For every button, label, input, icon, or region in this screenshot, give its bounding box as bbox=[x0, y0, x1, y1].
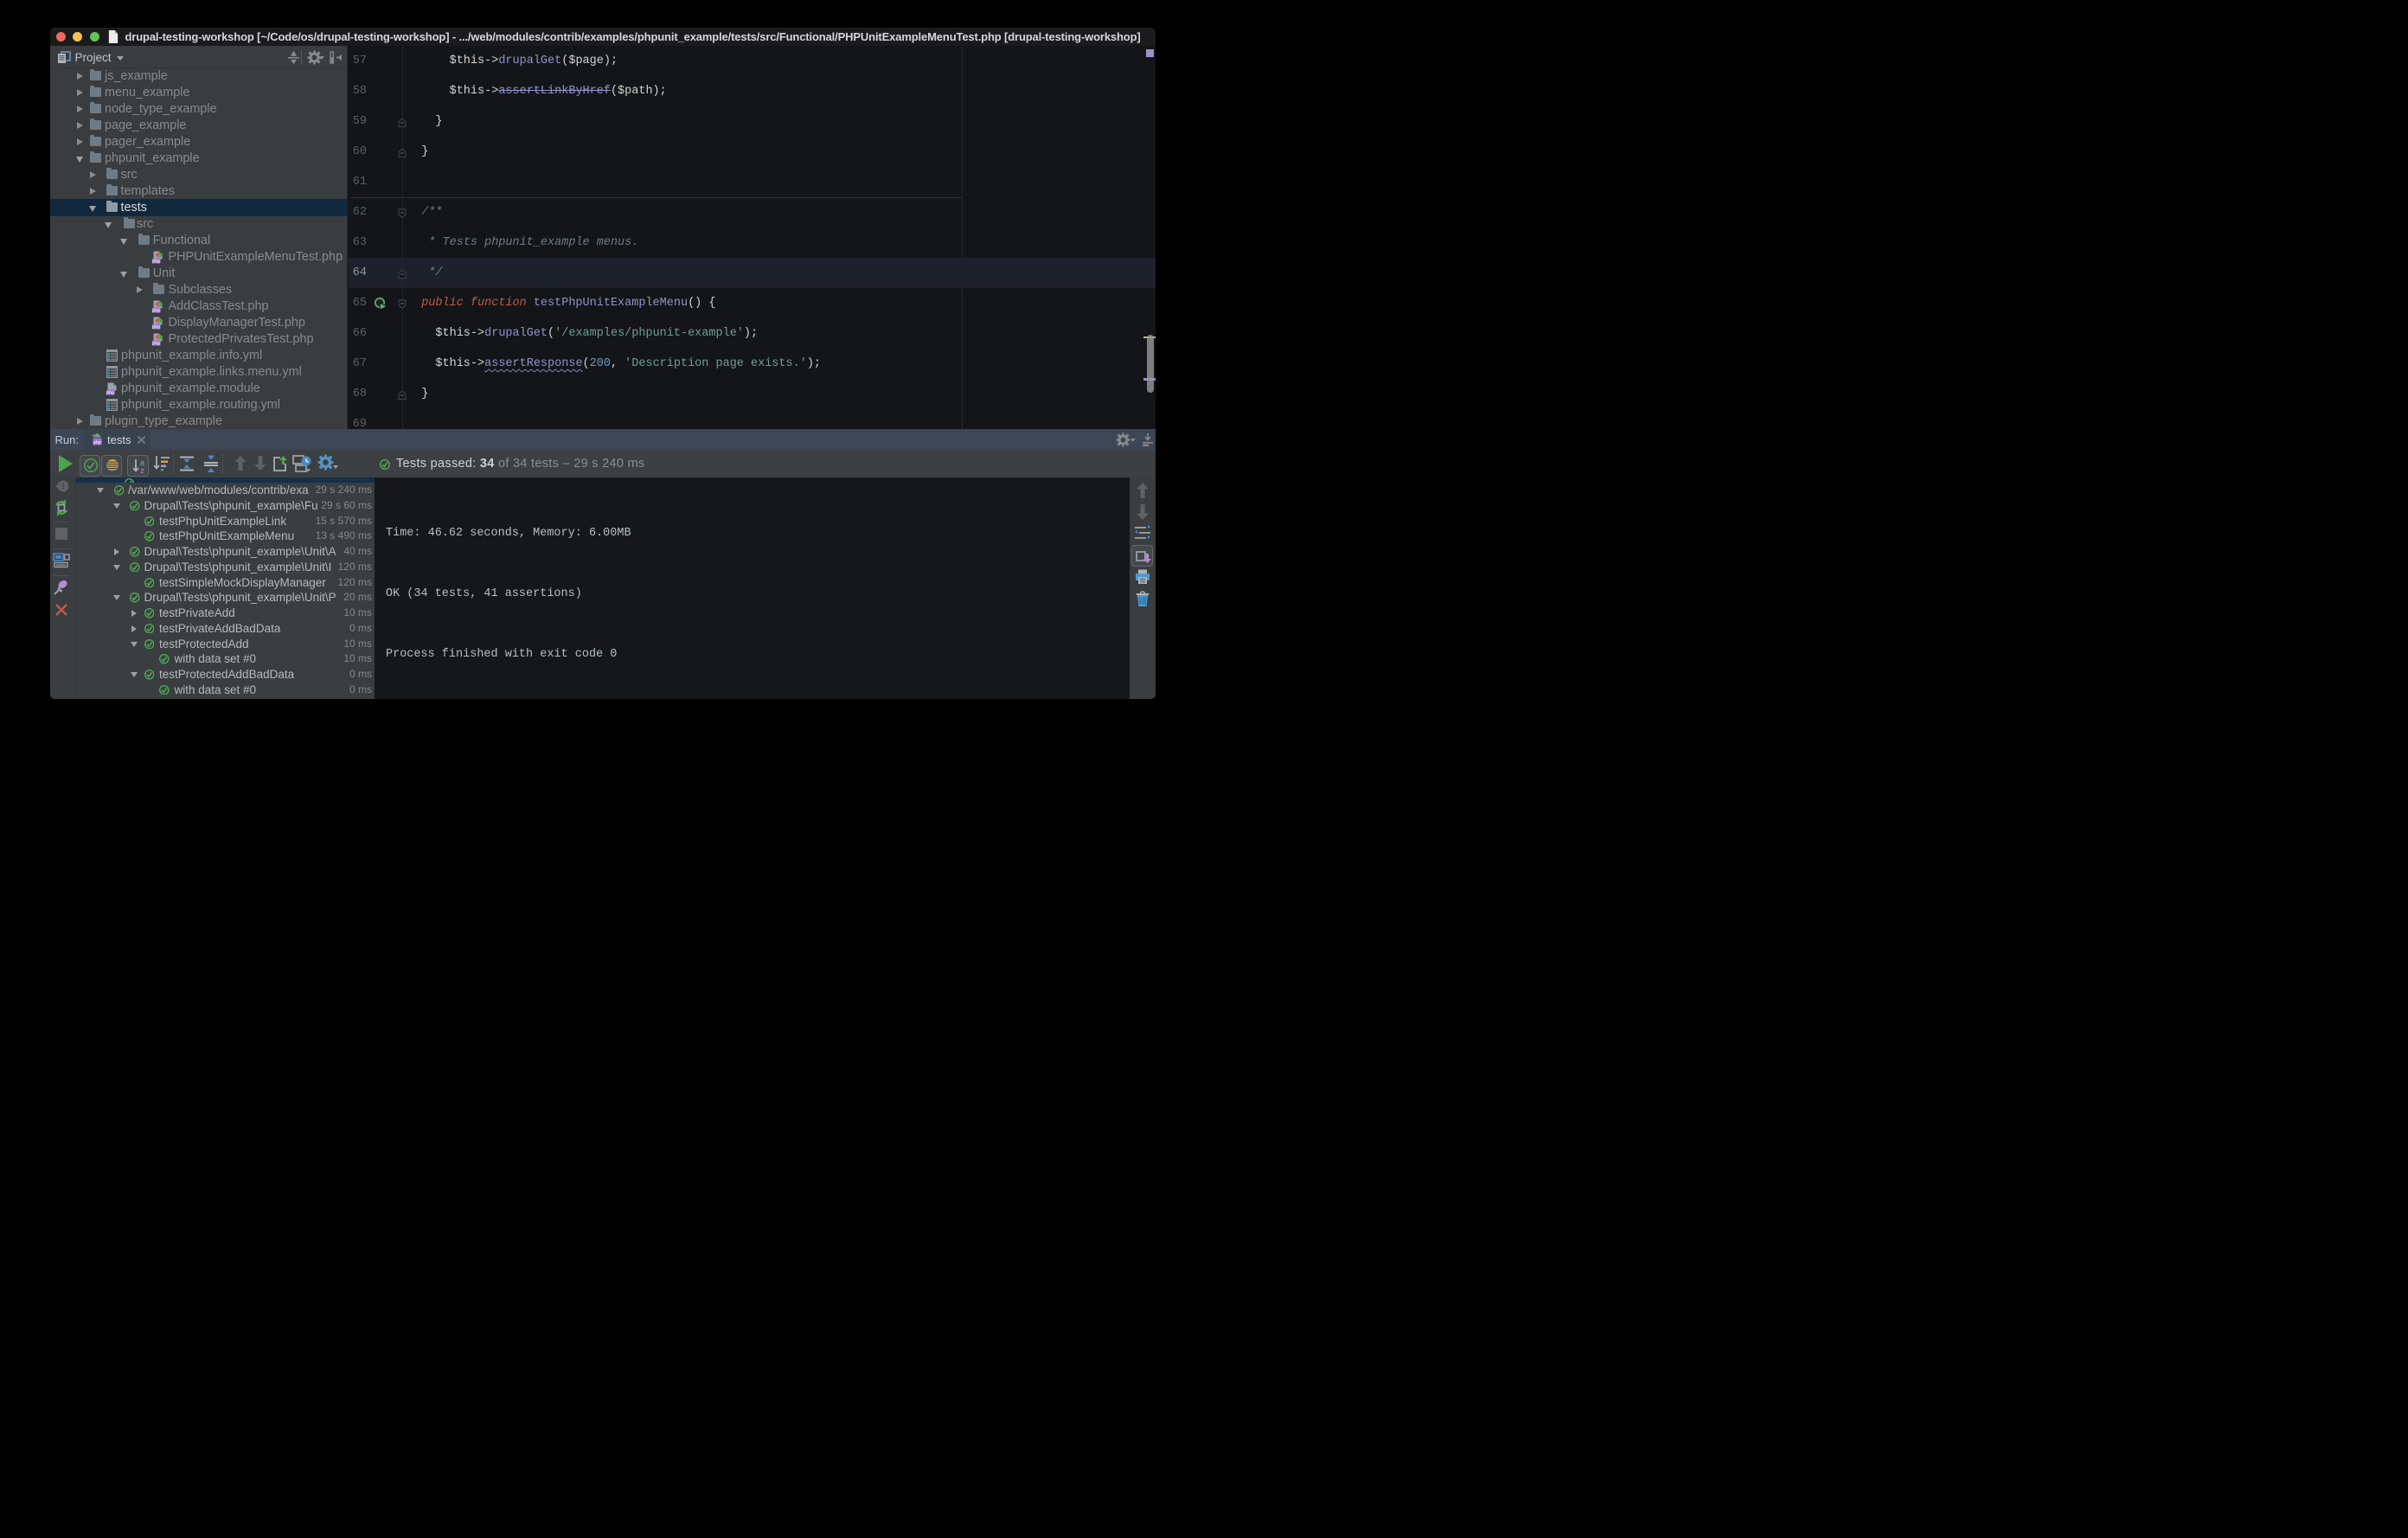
svg-text:php: php bbox=[152, 308, 160, 313]
svg-text:php: php bbox=[152, 341, 160, 346]
svg-text:php: php bbox=[106, 390, 114, 395]
svg-text:z: z bbox=[140, 466, 144, 474]
svg-text:php: php bbox=[152, 324, 160, 330]
svg-text:php: php bbox=[93, 440, 102, 445]
svg-text:!: ! bbox=[61, 483, 64, 492]
svg-text:php: php bbox=[152, 259, 160, 264]
